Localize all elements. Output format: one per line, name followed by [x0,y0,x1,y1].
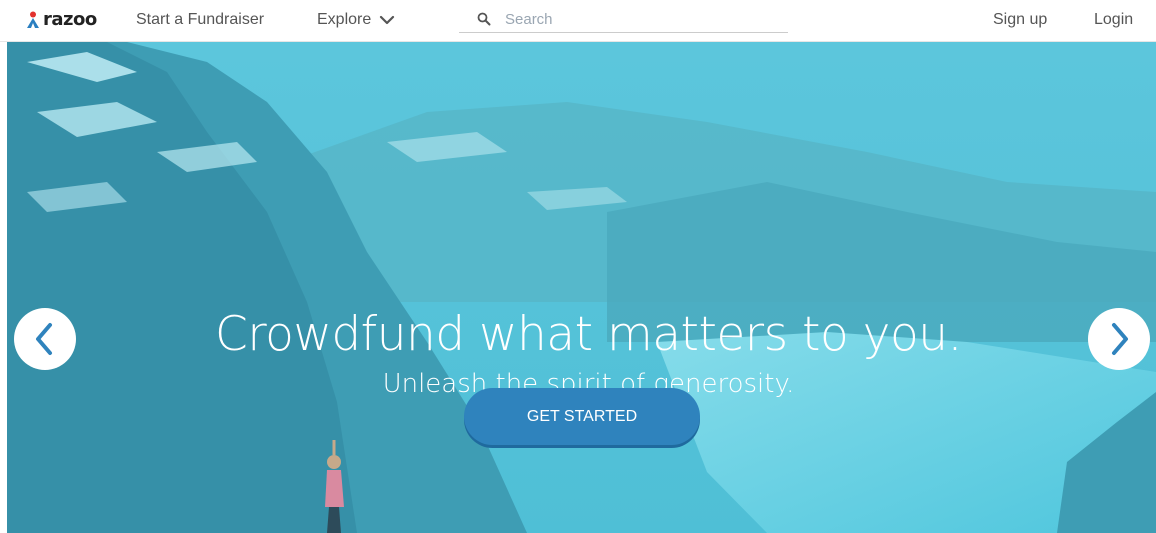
hero-headline: Crowdfund what matters to you. [215,307,962,362]
chevron-left-icon [36,323,52,355]
hero-background-image [7,42,1156,533]
logo-person-icon [27,11,39,28]
logo-text: razoo [43,9,97,30]
nav-start-fundraiser[interactable]: Start a Fundraiser [136,11,264,29]
chevron-right-icon [1112,323,1128,355]
search-icon [477,12,491,26]
nav-sign-up[interactable]: Sign up [993,11,1047,29]
search-input[interactable] [505,10,765,28]
top-navbar: razoo Start a Fundraiser Explore Sign up… [0,0,1156,42]
chevron-down-icon [380,15,395,25]
carousel-next-button[interactable] [1088,308,1150,370]
nav-explore[interactable]: Explore [317,11,395,29]
nav-login[interactable]: Login [1094,11,1133,29]
carousel-prev-button[interactable] [14,308,76,370]
get-started-button[interactable]: GET STARTED [464,388,700,445]
nav-explore-label: Explore [317,11,372,28]
razoo-logo[interactable]: razoo [26,9,97,30]
search-bar [459,6,788,33]
hero-banner: Crowdfund what matters to you. Unleash t… [7,42,1156,533]
